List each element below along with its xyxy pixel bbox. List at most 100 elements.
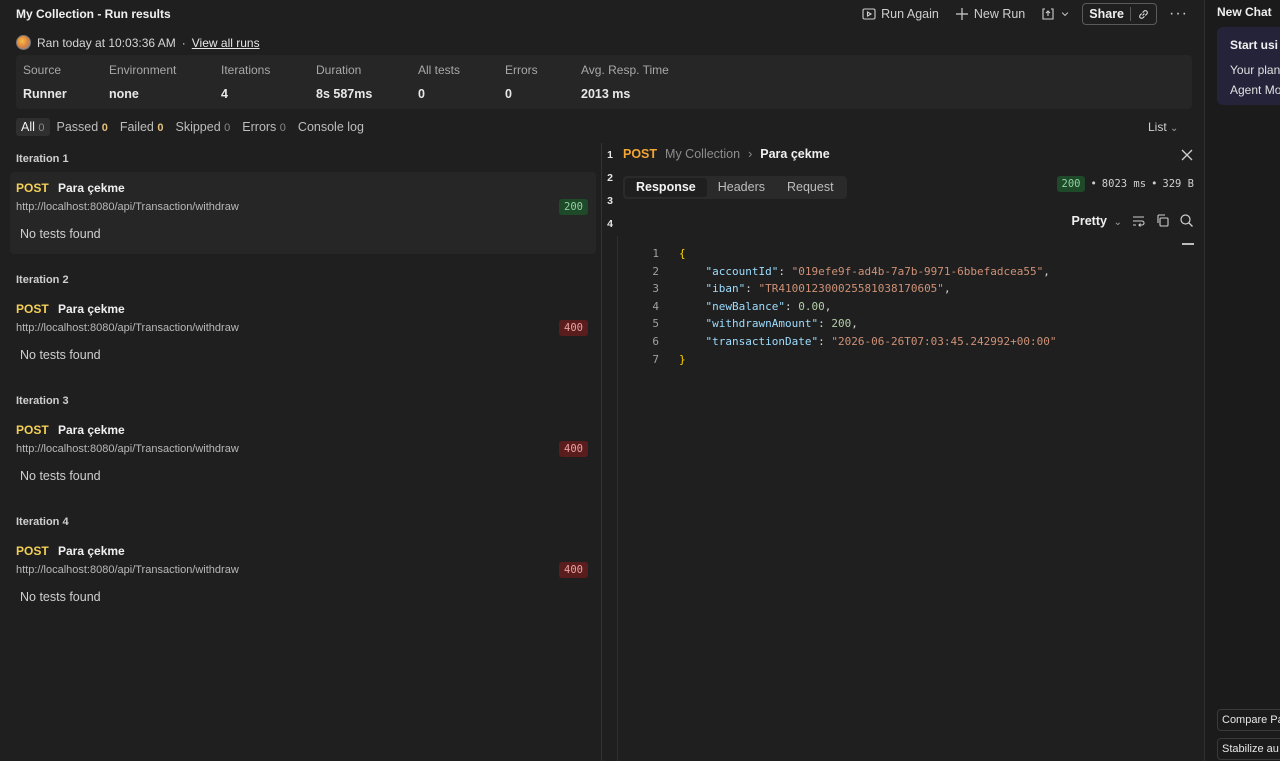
iteration-nav-item[interactable]: 1 [603, 145, 617, 168]
new-chat-title[interactable]: New Chat [1217, 5, 1272, 19]
request-url: http://localhost:8080/api/Transaction/wi… [16, 443, 239, 455]
link-icon[interactable] [1137, 8, 1150, 21]
onboarding-card[interactable]: Start usi Your plan Agent Mo [1217, 27, 1280, 105]
tab-label: Failed [119, 120, 154, 134]
request-row[interactable]: POST Para çekme http://localhost:8080/ap… [10, 535, 596, 617]
iteration-title: Iteration 3 [16, 395, 69, 407]
tab-passed[interactable]: Passed 0 [52, 118, 113, 136]
stat-value: 0 [505, 87, 512, 101]
scrollbar[interactable] [1182, 243, 1194, 245]
status-badge: 400 [559, 562, 588, 578]
request-name: Para çekme [58, 423, 125, 437]
run-again-button[interactable]: Run Again [858, 3, 943, 25]
panel-divider[interactable] [601, 143, 602, 761]
format-select[interactable]: Pretty ⌄ [1072, 214, 1123, 228]
json-value: "019efe9f-ad4b-7a7b-9971-6bbefadcea55" [791, 264, 1044, 278]
line-number: 6 [652, 334, 659, 348]
stat-environment: Environment none [109, 63, 176, 101]
request-row[interactable]: POST Para çekme http://localhost:8080/ap… [10, 414, 596, 496]
line-number: 5 [652, 317, 659, 331]
meta-bullet: • [1090, 178, 1097, 190]
suggestion-chip[interactable]: Stabilize au [1217, 738, 1280, 760]
request-url: http://localhost:8080/api/Transaction/wi… [16, 322, 239, 334]
breadcrumb-collection[interactable]: My Collection [665, 147, 740, 161]
json-key: "transactionDate" [705, 334, 819, 348]
run-separator: · [181, 35, 186, 50]
wrap-lines-icon[interactable] [1131, 213, 1146, 228]
card-text: Your plan [1230, 63, 1280, 77]
request-method: POST [16, 544, 49, 558]
export-dropdown-button[interactable] [1037, 3, 1074, 25]
view-mode-label: List [1148, 120, 1167, 134]
close-icon[interactable] [1180, 148, 1194, 162]
play-icon [862, 8, 876, 20]
iteration-title: Iteration 4 [16, 516, 69, 528]
json-key: "withdrawnAmount" [705, 317, 819, 331]
request-row[interactable]: POST Para çekme http://localhost:8080/ap… [10, 293, 596, 375]
iteration-nav-item[interactable]: 3 [603, 191, 617, 214]
tab-label: Skipped [175, 120, 221, 134]
search-icon[interactable] [1179, 213, 1194, 228]
tab-errors[interactable]: Errors 0 [237, 118, 291, 136]
view-mode-select[interactable]: List ⌄ [1148, 120, 1178, 134]
tab-count: 0 [157, 122, 164, 134]
iteration-title: Iteration 1 [16, 153, 69, 165]
copy-icon[interactable] [1155, 213, 1170, 228]
tests-status: No tests found [20, 227, 101, 241]
json-key: "iban" [705, 282, 746, 296]
iteration-nav-item[interactable]: 4 [603, 214, 617, 237]
stat-label: Source [23, 63, 62, 77]
avatar [16, 35, 31, 50]
tab-count: 0 [101, 122, 108, 134]
request-row[interactable]: POST Para çekme http://localhost:8080/ap… [10, 172, 596, 254]
tab-all[interactable]: All 0 [16, 118, 50, 136]
export-icon [1042, 8, 1054, 20]
share-button[interactable]: Share [1082, 3, 1158, 25]
format-label: Pretty [1071, 213, 1107, 228]
chat-side-panel: New Chat Start usi Your plan Agent Mo Co… [1204, 0, 1280, 761]
stat-value: 0 [418, 87, 425, 101]
stat-label: Iterations [221, 63, 271, 77]
chevron-right-icon: › [748, 147, 753, 161]
suggestion-chip[interactable]: Compare Pa [1217, 709, 1280, 731]
tab-request[interactable]: Request [776, 178, 845, 197]
new-run-button[interactable]: New Run [951, 3, 1029, 25]
iteration-nav-item[interactable]: 2 [603, 168, 617, 191]
tests-status: No tests found [20, 348, 101, 362]
chevron-down-icon: ⌄ [1170, 123, 1179, 134]
view-all-runs-link[interactable]: View all runs [192, 36, 260, 50]
line-number: 7 [652, 352, 659, 366]
detail-method: POST [623, 147, 658, 161]
chevron-down-icon: ⌄ [1113, 216, 1122, 228]
run-again-label: Run Again [881, 7, 939, 21]
stat-label: All tests [418, 63, 461, 77]
tab-response[interactable]: Response [625, 178, 707, 197]
status-badge: 400 [559, 441, 588, 457]
top-bar: My Collection - Run results Run Again Ne… [0, 0, 1204, 28]
response-time: 8023 ms [1101, 178, 1147, 190]
chevron-down-icon [1062, 12, 1069, 17]
json-value: 0.00 [798, 299, 825, 313]
stat-value: none [109, 87, 139, 101]
code-line: 2 "accountId": "019efe9f-ad4b-7a7b-9971-… [641, 263, 1057, 281]
run-time: Ran today at 10:03:36 AM [37, 35, 176, 50]
share-label: Share [1089, 7, 1125, 21]
stat-label: Duration [316, 63, 362, 77]
meta-bullet: • [1151, 178, 1158, 190]
line-number: 4 [652, 299, 659, 313]
tab-label: Passed [56, 120, 99, 134]
stat-label: Avg. Resp. Time [581, 63, 669, 77]
tab-label: Console log [297, 120, 364, 134]
stat-value: Runner [23, 87, 67, 101]
share-separator [1130, 7, 1132, 21]
json-key: "accountId" [705, 264, 779, 278]
response-toolbar: Pretty ⌄ [1072, 213, 1195, 228]
more-options-icon[interactable]: ··· [1165, 5, 1192, 23]
stat-iterations: Iterations 4 [221, 63, 270, 101]
tab-skipped[interactable]: Skipped 0 [170, 118, 235, 136]
nav-divider [617, 236, 618, 761]
tab-headers[interactable]: Headers [707, 178, 776, 197]
json-brace: { [679, 247, 686, 260]
tab-failed[interactable]: Failed 0 [115, 118, 169, 136]
tab-console-log[interactable]: Console log [293, 118, 369, 136]
